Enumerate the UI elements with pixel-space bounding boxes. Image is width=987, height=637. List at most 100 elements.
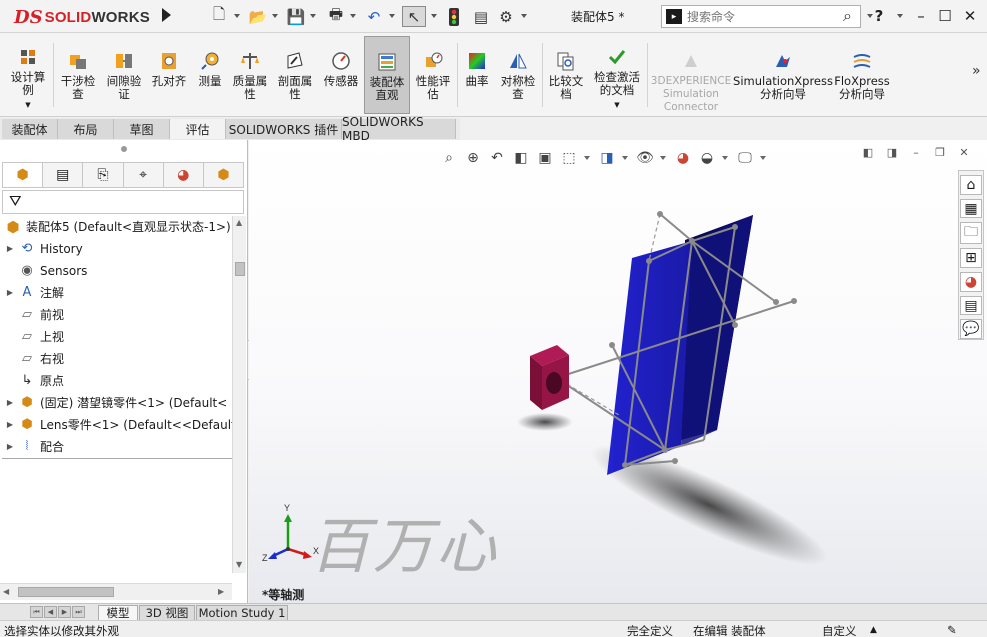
- tree-item[interactable]: ▶ ⦚ 配合: [4, 436, 64, 457]
- open-folder-icon[interactable]: 📂: [247, 6, 269, 27]
- print-dropdown-icon[interactable]: [350, 14, 356, 18]
- tree-item[interactable]: ▱ 右视: [4, 348, 64, 369]
- graphics-viewport[interactable]: Y X Z 百万心 *等轴测 ⌕ ⊕ ↶ ◧ ▣ ⬚ ◨ 👁 ◕ ◒ 🖵 ◧ ◨…: [249, 140, 987, 603]
- tab-property-manager[interactable]: ▤: [43, 163, 84, 187]
- expand-arrow-icon[interactable]: ▶: [4, 244, 16, 253]
- view-settings-dropdown-icon[interactable]: [760, 156, 766, 160]
- options-gear-icon[interactable]: ⚙: [495, 6, 517, 27]
- expand-arrow-icon[interactable]: ▶: [4, 288, 16, 297]
- tab-display-manager[interactable]: ◕: [164, 163, 204, 187]
- view-orientation-dropdown-icon[interactable]: [584, 156, 590, 160]
- sensor-button[interactable]: 传感器: [319, 36, 363, 114]
- mass-properties-button[interactable]: 质量属 性: [228, 36, 272, 114]
- forum-chat-icon[interactable]: 💬: [960, 319, 982, 340]
- select-pointer-icon[interactable]: ↖: [402, 6, 426, 27]
- tab-feature-tree[interactable]: ⬢: [3, 163, 44, 187]
- zoom-to-area-icon[interactable]: ⊕: [463, 148, 483, 168]
- tree-item[interactable]: ▶ ⟲ History: [4, 238, 83, 259]
- viewport-minimize-button[interactable]: –: [907, 144, 925, 160]
- tree-item[interactable]: ◉ Sensors: [4, 260, 87, 281]
- assembly-visualization-button[interactable]: 装配体 直观: [364, 36, 410, 114]
- tab-model[interactable]: 模型: [98, 605, 138, 620]
- open-dropdown-icon[interactable]: [272, 14, 278, 18]
- file-explorer-folder-icon[interactable]: 🗀: [960, 222, 982, 245]
- section-properties-button[interactable]: 剖面属 性: [273, 36, 317, 114]
- simulationxpress-button[interactable]: SimulationXpress 分析向导: [733, 36, 833, 114]
- solidworks-resources-home-icon[interactable]: ⌂: [960, 175, 982, 195]
- curvature-button[interactable]: 曲率: [459, 36, 495, 114]
- tree-item[interactable]: ▶ A 注解: [4, 282, 64, 303]
- display-style-icon[interactable]: ◨: [597, 148, 617, 168]
- scrollbar-thumb[interactable]: [235, 262, 245, 276]
- lens-holder-part[interactable]: [530, 345, 569, 410]
- search-icon[interactable]: ⌕: [843, 6, 852, 26]
- feature-tree-horizontal-scrollbar[interactable]: ◀ ▶: [0, 583, 232, 600]
- new-document-icon[interactable]: 🗋: [208, 5, 230, 27]
- apply-scene-icon[interactable]: ◒: [697, 148, 717, 168]
- view-palette-icon[interactable]: ⊞: [960, 248, 982, 269]
- compare-documents-button[interactable]: 比较文 档: [544, 36, 588, 114]
- tab-layout[interactable]: 布局: [58, 119, 114, 139]
- check-active-document-button[interactable]: 检查激活 的文档 ▼: [590, 36, 644, 114]
- menu-expand-arrow-icon[interactable]: [162, 8, 171, 22]
- viewport-restore-button[interactable]: ❐: [931, 144, 949, 160]
- tree-item[interactable]: ▶ ⬢ Lens零件<1> (Default<<Default: [4, 414, 232, 435]
- status-units[interactable]: 自定义: [822, 623, 857, 637]
- tree-item[interactable]: ▱ 上视: [4, 326, 64, 347]
- measure-button[interactable]: 测量: [192, 36, 228, 114]
- expand-arrow-icon[interactable]: ▶: [4, 420, 16, 429]
- print-icon[interactable]: 🖶: [325, 5, 347, 27]
- feature-tree-vertical-scrollbar[interactable]: ▲ ▼: [232, 216, 246, 573]
- view-orientation-icon[interactable]: ⬚: [559, 148, 579, 168]
- floxpress-button[interactable]: FloXpress 分析向导: [832, 36, 892, 114]
- select-dropdown-icon[interactable]: [431, 14, 437, 18]
- interference-button[interactable]: 干涉检 查: [56, 36, 100, 114]
- hide-show-items-icon[interactable]: 👁: [635, 148, 655, 168]
- scrollbar-thumb[interactable]: [18, 587, 114, 597]
- undo-icon[interactable]: ↶: [363, 6, 385, 27]
- hole-align-button[interactable]: 孔对齐: [148, 36, 190, 114]
- view-settings-monitor-icon[interactable]: 🖵: [735, 148, 755, 168]
- scroll-left-arrow-icon[interactable]: ◀: [3, 587, 9, 596]
- apply-scene-dropdown-icon[interactable]: [722, 156, 728, 160]
- expand-arrow-icon[interactable]: ▶: [4, 442, 16, 451]
- tab-3d-views[interactable]: 3D 视图: [139, 605, 195, 620]
- help-button[interactable]: ?: [868, 5, 890, 27]
- scroll-up-arrow-icon[interactable]: ▲: [236, 218, 242, 227]
- save-icon[interactable]: 💾: [285, 6, 307, 27]
- 3dexperience-connector-button[interactable]: 3DEXPERIENCE Simulation Connector: [650, 36, 732, 114]
- undo-dropdown-icon[interactable]: [389, 14, 395, 18]
- panel-grip-icon[interactable]: [121, 146, 127, 152]
- performance-button[interactable]: 性能评 估: [411, 36, 455, 114]
- display-style-dropdown-icon[interactable]: [622, 156, 628, 160]
- tab-solidworks-addins[interactable]: SOLIDWORKS 插件: [226, 119, 342, 139]
- section-view-icon[interactable]: ◧: [511, 148, 531, 168]
- tree-filter-icon[interactable]: ⛛: [2, 190, 244, 214]
- design-study-button[interactable]: 设计算 例 ▼: [4, 36, 52, 114]
- tab-solidworks-mbd[interactable]: SOLIDWORKS MBD: [342, 115, 456, 143]
- units-dropdown-icon[interactable]: ▲: [870, 625, 877, 635]
- tab-sketch[interactable]: 草图: [114, 119, 170, 139]
- tree-root-assembly[interactable]: ⬢ 装配体5 (Default<直观显示状态-1>): [4, 216, 230, 237]
- symmetry-check-button[interactable]: 对称检 查: [496, 36, 540, 114]
- design-library-icon[interactable]: ▦: [960, 198, 982, 219]
- tab-assembly[interactable]: 装配体: [2, 119, 58, 139]
- minimize-button[interactable]: –: [910, 5, 932, 27]
- more-commands-chevron-icon[interactable]: »: [972, 63, 981, 79]
- edit-appearance-icon[interactable]: ◕: [673, 148, 693, 168]
- options-dropdown-icon[interactable]: [521, 14, 527, 18]
- tab-evaluate[interactable]: 评估: [170, 119, 226, 139]
- close-button[interactable]: ✕: [959, 5, 981, 27]
- maximize-button[interactable]: ☐: [934, 5, 956, 27]
- hide-show-dropdown-icon[interactable]: [660, 156, 666, 160]
- new-dropdown-icon[interactable]: [234, 14, 240, 18]
- file-properties-icon[interactable]: ▤: [470, 6, 492, 27]
- search-commands-box[interactable]: ▸ ⌕: [661, 5, 861, 28]
- tab-cam[interactable]: ⬢: [204, 163, 243, 187]
- solidworks-logo[interactable]: DS SOLIDWORKS: [14, 6, 150, 28]
- previous-view-icon[interactable]: ↶: [487, 148, 507, 168]
- next-tab-arrow-icon[interactable]: ▶: [58, 606, 71, 618]
- tree-item[interactable]: ↳ 原点: [4, 370, 64, 391]
- help-dropdown-icon[interactable]: [897, 14, 903, 18]
- viewport-close-button[interactable]: ✕: [955, 144, 973, 160]
